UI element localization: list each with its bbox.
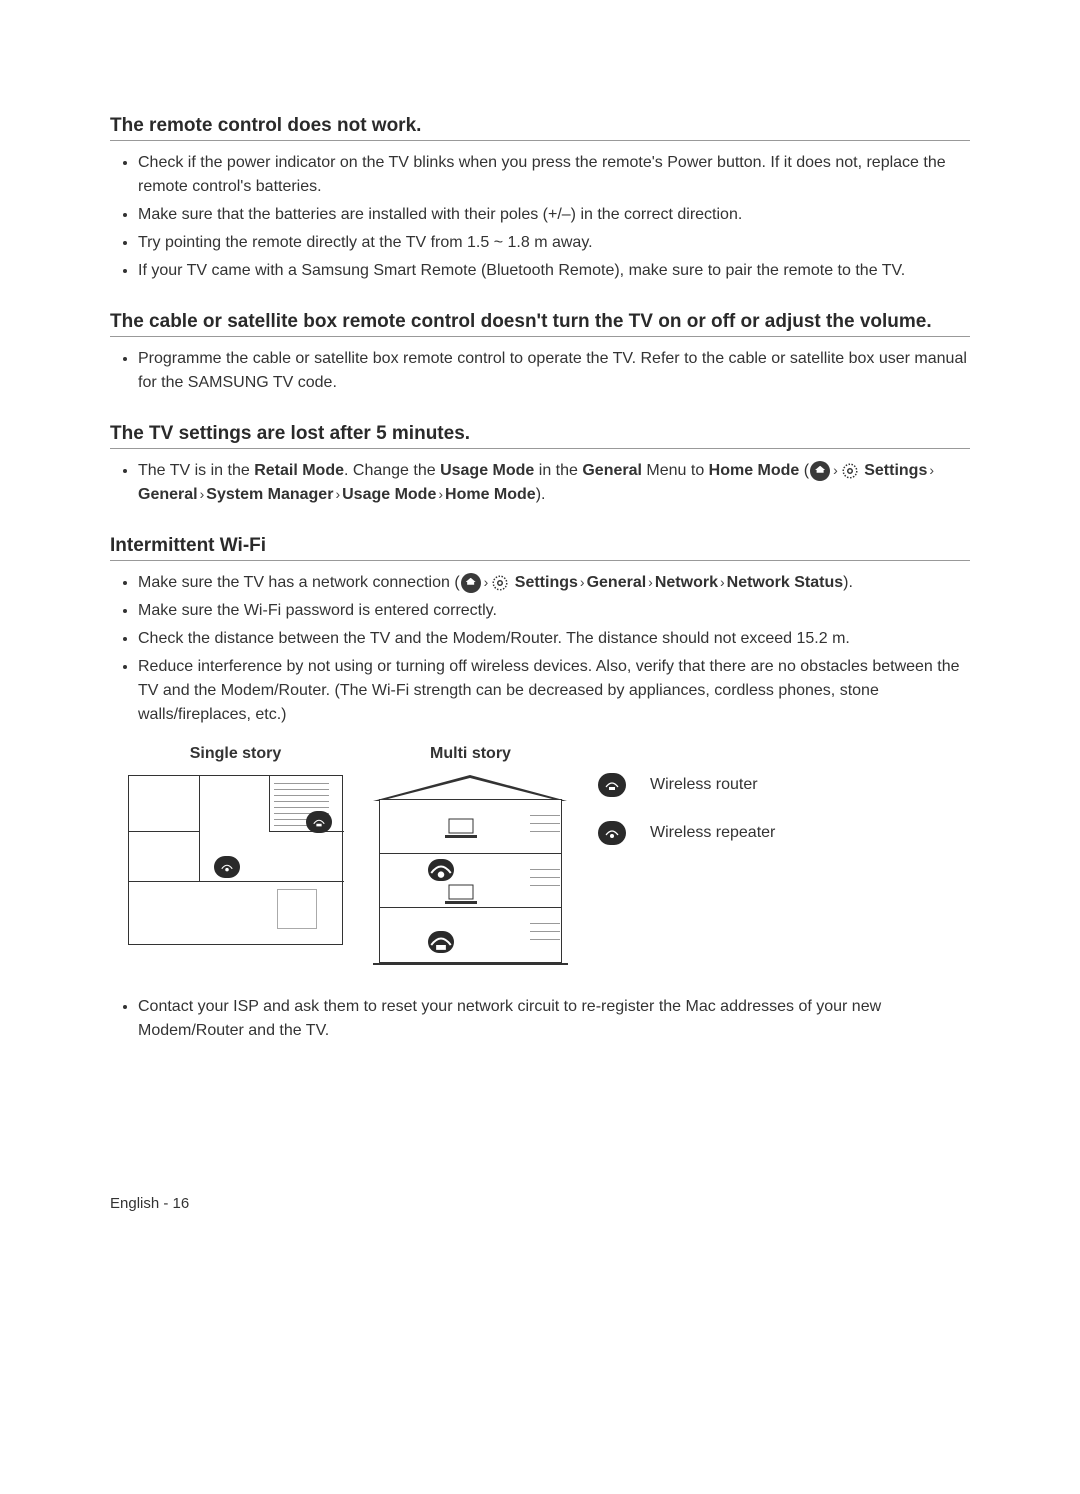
- home-icon: [461, 573, 481, 593]
- legend-label: Wireless router: [650, 776, 758, 794]
- bold-text: Home Mode: [445, 486, 536, 503]
- list-item: Check the distance between the TV and th…: [138, 627, 970, 651]
- laptop-icon: [443, 817, 479, 841]
- text: ).: [536, 486, 546, 503]
- text: Make sure the TV has a network connectio…: [138, 574, 460, 591]
- list-item: Programme the cable or satellite box rem…: [138, 347, 970, 395]
- chevron-icon: ›: [929, 460, 934, 481]
- section-list-wifi: Make sure the TV has a network connectio…: [110, 571, 970, 727]
- text: in the: [534, 462, 582, 479]
- router-icon: [598, 773, 626, 797]
- chevron-icon: ›: [335, 484, 340, 505]
- text: ).: [843, 574, 853, 591]
- chevron-icon: ›: [648, 572, 653, 593]
- text: Menu to: [642, 462, 709, 479]
- chevron-icon: ›: [580, 572, 585, 593]
- list-item: Contact your ISP and ask them to reset y…: [138, 995, 970, 1043]
- router-icon: [306, 811, 332, 833]
- bold-text: Retail Mode: [254, 462, 344, 479]
- list-item: Reduce interference by not using or turn…: [138, 655, 970, 727]
- bold-text: Home Mode: [709, 462, 800, 479]
- list-item: The TV is in the Retail Mode. Change the…: [138, 459, 970, 507]
- diagram-single-story: Single story: [128, 745, 343, 945]
- text: . Change the: [344, 462, 440, 479]
- bold-text: System Manager: [206, 486, 333, 503]
- section-title-remote: The remote control does not work.: [110, 115, 970, 141]
- diagram-caption: Single story: [128, 745, 343, 763]
- legend-label: Wireless repeater: [650, 824, 775, 842]
- bold-text: Network Status: [727, 574, 843, 591]
- list-item: If your TV came with a Samsung Smart Rem…: [138, 259, 970, 283]
- chevron-icon: ›: [720, 572, 725, 593]
- legend-row-repeater: Wireless repeater: [598, 821, 775, 845]
- chevron-icon: ›: [484, 572, 489, 593]
- section-title-wifi: Intermittent Wi-Fi: [110, 535, 970, 561]
- bold-text: Usage Mode: [440, 462, 534, 479]
- bold-text: Usage Mode: [342, 486, 436, 503]
- bold-text: General: [587, 574, 647, 591]
- section-title-settings-lost: The TV settings are lost after 5 minutes…: [110, 423, 970, 449]
- floorplan-image: [128, 775, 343, 945]
- list-item: Try pointing the remote directly at the …: [138, 231, 970, 255]
- bold-text: Network: [655, 574, 718, 591]
- chevron-icon: ›: [200, 484, 205, 505]
- list-item: Make sure that the batteries are install…: [138, 203, 970, 227]
- bold-text: Settings: [515, 574, 578, 591]
- router-icon: [428, 931, 454, 953]
- multistory-image: [373, 775, 568, 965]
- list-item: Check if the power indicator on the TV b…: [138, 151, 970, 199]
- section-title-cablebox: The cable or satellite box remote contro…: [110, 311, 970, 337]
- chevron-icon: ›: [438, 484, 443, 505]
- legend-row-router: Wireless router: [598, 773, 775, 797]
- chevron-icon: ›: [833, 460, 838, 481]
- section-list-retail: The TV is in the Retail Mode. Change the…: [110, 459, 970, 507]
- diagrams-container: Single story: [128, 745, 970, 965]
- text: (: [799, 462, 809, 479]
- page-footer: English - 16: [110, 1195, 189, 1212]
- diagram-multi-story: Multi story: [373, 745, 568, 965]
- gear-icon: [841, 462, 859, 480]
- list-item: Make sure the Wi-Fi password is entered …: [138, 599, 970, 623]
- bold-text: General: [582, 462, 642, 479]
- bold-text: Settings: [864, 462, 927, 479]
- section-list-wifi-continued: Contact your ISP and ask them to reset y…: [110, 995, 970, 1043]
- stairs-icon: [530, 805, 560, 959]
- home-icon: [810, 461, 830, 481]
- repeater-icon: [598, 821, 626, 845]
- laptop-icon: [443, 883, 479, 907]
- section-list-remote: Check if the power indicator on the TV b…: [110, 151, 970, 283]
- section-list-cablebox: Programme the cable or satellite box rem…: [110, 347, 970, 395]
- diagram-caption: Multi story: [373, 745, 568, 763]
- text: The TV is in the: [138, 462, 254, 479]
- gear-icon: [491, 574, 509, 592]
- list-item: Make sure the TV has a network connectio…: [138, 571, 970, 595]
- repeater-icon: [428, 859, 454, 881]
- bold-text: General: [138, 486, 198, 503]
- repeater-icon: [214, 856, 240, 878]
- diagram-legend: Wireless router Wireless repeater: [598, 745, 775, 845]
